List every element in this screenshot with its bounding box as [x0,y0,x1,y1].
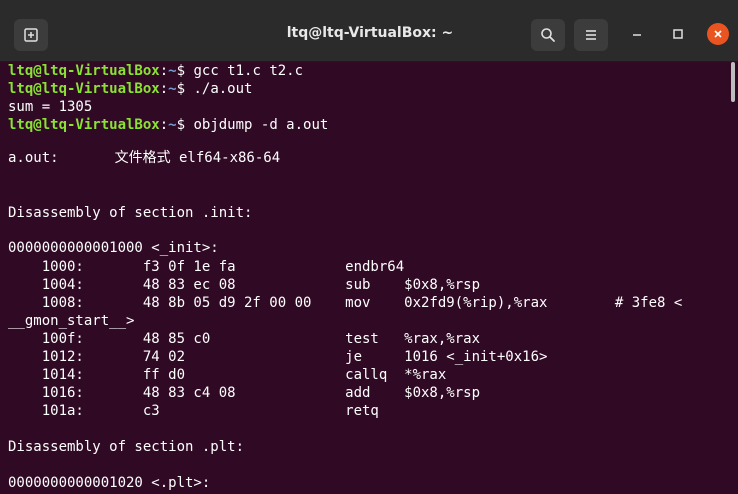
disasm-line: 1016: 48 83 c4 08 add $0x8,%rsp [8,385,481,401]
disasm-line: __gmon_start__> [8,313,135,329]
minimize-button[interactable] [626,23,648,45]
disasm-line: 1012: 74 02 je 1016 <_init+0x16> [8,349,548,365]
file-name: a.out: [8,150,59,166]
disasm-line: 1004: 48 83 ec 08 sub $0x8,%rsp [8,277,481,293]
vertical-scrollbar[interactable] [726,62,738,494]
prompt-separator: : [159,63,169,79]
symbol-line: 0000000000001020 <.plt>: [8,475,211,491]
maximize-icon [673,29,683,39]
prompt-symbol: $ [176,63,186,79]
disasm-line: 101a: c3 retq [8,403,379,419]
disasm-line: 1008: 48 8b 05 d9 2f 00 00 mov 0x2fd9(%r… [8,295,683,311]
disasm-line: 1014: ff d0 callq *%rax [8,367,447,383]
title-bar: ltq@ltq-VirtualBox: ~ [0,0,738,62]
prompt-separator: : [159,81,169,97]
prompt-user: ltq@ltq-VirtualBox [8,81,160,97]
command-line: ltq@ltq-VirtualBox:~$ gcc t1.c t2.c [8,62,303,80]
prompt-path: ~ [168,117,177,133]
prompt-separator: : [159,117,169,133]
minimize-icon [633,34,641,36]
new-tab-icon [24,28,38,42]
menu-button[interactable] [574,19,608,51]
prompt-user: ltq@ltq-VirtualBox [8,117,160,133]
prompt-path: ~ [168,81,177,97]
disasm-line: 1000: f3 0f 1e fa endbr64 [8,259,405,275]
window-title: ltq@ltq-VirtualBox: ~ [286,25,454,41]
command-text: objdump -d a.out [185,117,329,133]
command-line: ltq@ltq-VirtualBox:~$ objdump -d a.out [8,116,328,134]
file-header-line: a.out: 文件格式 elf64-x86-64 [8,149,280,167]
prompt-user: ltq@ltq-VirtualBox [8,63,160,79]
file-format-label: 文件格式 [114,150,171,166]
terminal-window: ltq@ltq-VirtualBox: ~ ltq@ltq-VirtualBox… [0,0,738,494]
symbol-line: 0000000000001000 <_init>: [8,240,219,256]
program-output: sum = 1305 [8,99,93,115]
section-header: Disassembly of section .init: [8,205,253,221]
disasm-line: 100f: 48 85 c0 test %rax,%rax [8,331,481,347]
file-format: elf64-x86-64 [170,150,281,166]
scrollbar-thumb[interactable] [731,62,735,102]
maximize-button[interactable] [667,23,689,45]
new-tab-button[interactable] [14,19,48,51]
close-button[interactable] [707,23,729,45]
command-text: ./a.out [185,81,253,97]
terminal-output[interactable]: ltq@ltq-VirtualBox:~$ gcc t1.c t2.c ltq@… [0,62,726,494]
prompt-path: ~ [168,63,177,79]
close-icon [714,30,722,38]
search-icon [541,28,555,42]
hamburger-menu-icon [586,30,596,40]
command-line: ltq@ltq-VirtualBox:~$ ./a.out [8,80,252,98]
command-text: gcc t1.c t2.c [185,63,304,79]
prompt-symbol: $ [176,117,186,133]
search-button[interactable] [531,19,565,51]
prompt-symbol: $ [176,81,186,97]
section-header: Disassembly of section .plt: [8,439,245,455]
